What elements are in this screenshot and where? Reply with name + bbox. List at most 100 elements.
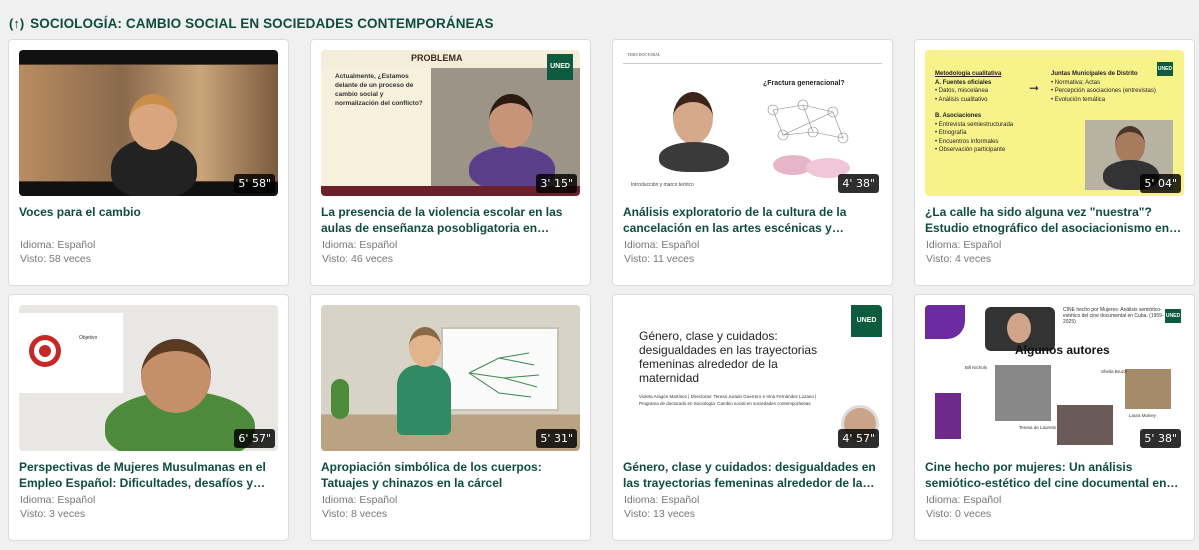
video-thumbnail[interactable]: UNED Género, clase y cuidados: desiguald…: [623, 305, 882, 451]
duration-badge: 5' 04": [1140, 174, 1181, 193]
slide-heading: Algunos autores: [1015, 343, 1110, 357]
slide-question: ¿Fractura generacional?: [763, 80, 845, 87]
duration-badge: 4' 57": [838, 429, 879, 448]
video-thumbnail[interactable]: PROBLEMA Actualmente, ¿Estamos delante d…: [321, 50, 580, 196]
author-photo: [995, 365, 1051, 421]
video-language: Idioma: Español: [20, 494, 96, 506]
duration-badge: 3' 15": [536, 174, 577, 193]
slide-question: Actualmente, ¿Estamos delante de un proc…: [335, 73, 423, 107]
section-a-item: • Análisis cualitativo: [935, 96, 988, 103]
video-card[interactable]: 5' 31" Apropiación simbólica de los cuer…: [310, 294, 591, 541]
video-card[interactable]: CINE hecho por Mujeres: Análisis semióti…: [914, 294, 1195, 541]
duration-badge: 5' 31": [536, 429, 577, 448]
video-card[interactable]: Objetivo 6' 57" Perspectivas de Mujeres …: [8, 294, 289, 541]
video-views: Visto: 46 veces: [322, 253, 394, 265]
speaker-head: [489, 94, 533, 148]
video-grid: 5' 58" Voces para el cambio Idioma: Espa…: [8, 39, 1198, 541]
video-language: Idioma: Español: [322, 494, 398, 506]
video-title-link[interactable]: Voces para el cambio: [19, 204, 281, 220]
arrow-right-icon: ➞: [1029, 81, 1040, 95]
video-thumbnail[interactable]: TESIS DOCTORAL ¿Fractura generacional? I…: [623, 50, 882, 196]
video-card[interactable]: PROBLEMA Actualmente, ¿Estamos delante d…: [310, 39, 591, 286]
right-item: • Percepción asociaciones (entrevistas): [1051, 88, 1156, 94]
duration-badge: 5' 38": [1140, 429, 1181, 448]
section-b-item: • Etnografía: [935, 130, 967, 136]
video-language: Idioma: Español: [20, 239, 96, 251]
video-language: Idioma: Español: [624, 239, 700, 251]
video-views: Visto: 13 veces: [624, 508, 696, 520]
right-item: • Evolución temática: [1051, 96, 1106, 103]
slide-right-column: Juntas Municipales de Distrito • Normati…: [1051, 70, 1161, 104]
duration-badge: 6' 57": [234, 429, 275, 448]
video-title-link[interactable]: Género, clase y cuidados: desigualdades …: [623, 459, 885, 491]
speaker-head: [141, 339, 211, 413]
slide-footer: Introducción y marco teórico: [631, 182, 694, 188]
purple-accent: [925, 305, 965, 339]
video-title-link[interactable]: La presencia de la violencia escolar en …: [321, 204, 583, 236]
video-language: Idioma: Español: [926, 494, 1002, 506]
section-b-title: B. Asociaciones: [935, 113, 982, 119]
speaker-head: [1007, 313, 1031, 343]
plant: [331, 379, 349, 419]
author-name: Bill Nichols: [965, 365, 988, 370]
slide-subtitle: CINE hecho por Mujeres: Análisis semióti…: [1063, 307, 1164, 325]
slide-heading: PROBLEMA: [411, 53, 463, 63]
section-header: (↑) SOCIOLOGÍA: CAMBIO SOCIAL EN SOCIEDA…: [0, 0, 1199, 36]
video-card[interactable]: TESIS DOCTORAL ¿Fractura generacional? I…: [612, 39, 893, 286]
teacher-head: [409, 327, 441, 367]
uned-logo: UNED: [1165, 309, 1181, 323]
video-language: Idioma: Español: [322, 239, 398, 251]
author-name: Sheila Bruzzi: [1101, 369, 1128, 374]
author-name: Laura Mulvey: [1129, 413, 1157, 418]
slide-header: TESIS DOCTORAL: [623, 50, 882, 64]
target-icon: [29, 335, 61, 367]
video-views: Visto: 11 veces: [624, 253, 695, 265]
video-views: Visto: 4 veces: [926, 253, 992, 265]
video-card[interactable]: 5' 58" Voces para el cambio Idioma: Espa…: [8, 39, 289, 286]
video-title-link[interactable]: Apropiación simbólica de los cuerpos: Ta…: [321, 459, 583, 491]
video-views: Visto: 58 veces: [20, 253, 92, 265]
speaker-head: [673, 92, 713, 144]
video-thumbnail[interactable]: CINE hecho por Mujeres: Análisis semióti…: [925, 305, 1184, 451]
video-title-link[interactable]: Cine hecho por mujeres: Un análisis semi…: [925, 459, 1187, 491]
uned-logo: UNED: [851, 305, 882, 337]
video-thumbnail[interactable]: Objetivo 6' 57": [19, 305, 278, 451]
section-b-item: • Encuentros informales: [935, 138, 999, 145]
video-language: Idioma: Español: [624, 494, 700, 506]
video-thumbnail[interactable]: 5' 31": [321, 305, 580, 451]
video-title-link[interactable]: Perspectivas de Mujeres Musulmanas en el…: [19, 459, 281, 491]
video-thumbnail[interactable]: 5' 58": [19, 50, 278, 196]
section-b-item: • Observación participante: [935, 147, 1006, 153]
section-b-item: • Entrevista semiestructurada: [935, 121, 1014, 128]
video-language: Idioma: Español: [926, 239, 1002, 251]
video-views: Visto: 8 veces: [322, 508, 388, 520]
uned-logo: UNED: [547, 54, 573, 80]
right-title: Juntas Municipales de Distrito: [1051, 71, 1138, 77]
section-title: SOCIOLOGÍA: CAMBIO SOCIAL EN SOCIEDADES …: [30, 16, 494, 31]
speaker-head: [1115, 126, 1145, 164]
network-illustration-icon: [767, 99, 850, 178]
duration-badge: 5' 58": [234, 174, 275, 193]
author-photo: [1125, 369, 1171, 409]
video-title-link[interactable]: ¿La calle ha sido alguna vez "nuestra"? …: [925, 204, 1187, 236]
slide-title: Género, clase y cuidados: desigualdades …: [639, 329, 818, 385]
video-card[interactable]: UNED Género, clase y cuidados: desiguald…: [612, 294, 893, 541]
speaker-head: [129, 94, 177, 150]
method-title: Metodología cualitativa: [935, 71, 1002, 77]
video-views: Visto: 0 veces: [926, 508, 992, 520]
collapse-arrow-icon[interactable]: (↑): [9, 16, 24, 31]
mindmap-icon: [468, 352, 540, 398]
duration-badge: 4' 38": [838, 174, 879, 193]
author-name: Teresa de Lauretis: [1019, 425, 1057, 430]
video-title-link[interactable]: Análisis exploratorio de la cultura de l…: [623, 204, 885, 236]
author-photo: [1057, 405, 1113, 445]
video-views: Visto: 3 veces: [20, 508, 86, 520]
slide-credits: Violeta Aragón Martínez | Directoras: Te…: [639, 394, 817, 406]
right-item: • Normativa; Actas: [1051, 79, 1101, 86]
video-thumbnail[interactable]: Metodología cualitativa A. Fuentes ofici…: [925, 50, 1184, 196]
author-photo: [935, 393, 961, 439]
uned-logo: UNED: [1157, 62, 1173, 76]
slide-label: Objetivo: [79, 335, 98, 341]
video-card[interactable]: Metodología cualitativa A. Fuentes ofici…: [914, 39, 1195, 286]
teacher-figure: [397, 365, 451, 435]
